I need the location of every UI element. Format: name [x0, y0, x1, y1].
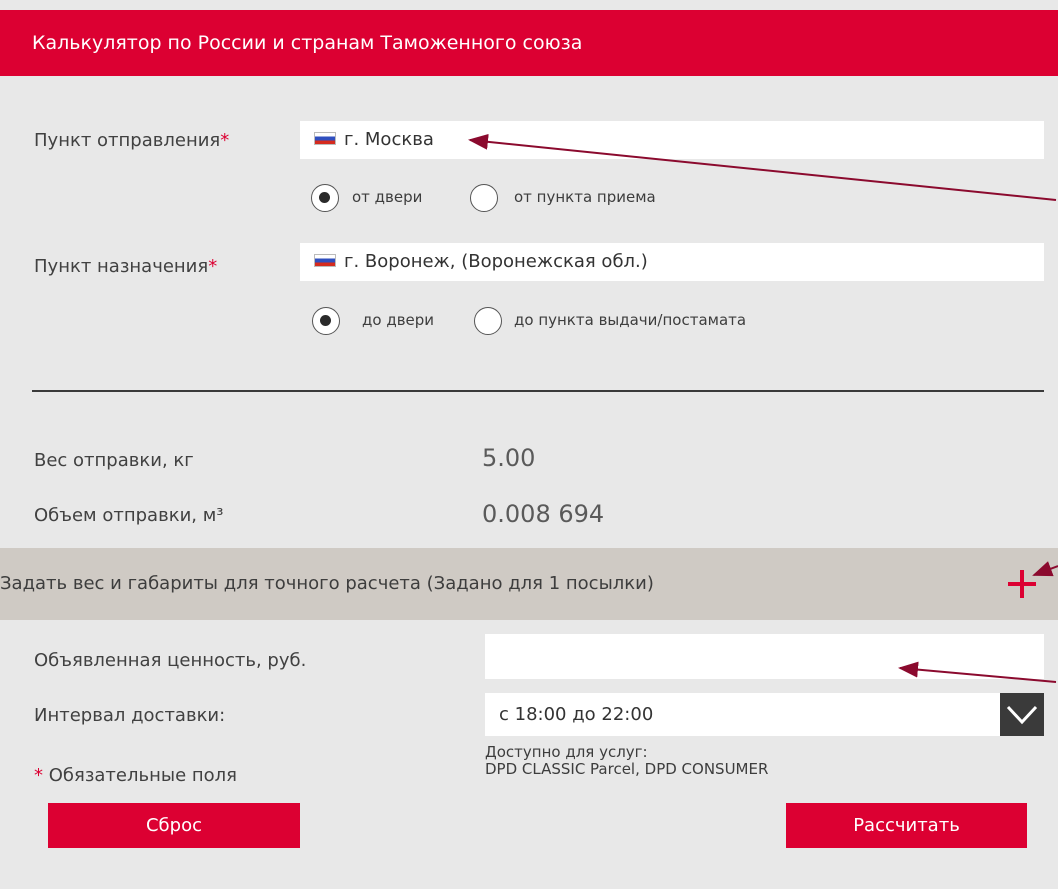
origin-value: г. Москва: [344, 129, 434, 150]
origin-input[interactable]: г. Москва: [300, 121, 1044, 159]
available-services-note: Доступно для услуг: DPD CLASSIC Parcel, …: [485, 744, 768, 778]
destination-label: Пункт назначения*: [34, 256, 218, 277]
chevron-down-icon: [1006, 705, 1038, 725]
delivery-interval-label: Интервал доставки:: [34, 705, 226, 726]
radio-selected-dot: [319, 192, 330, 203]
radio-from-door[interactable]: [311, 184, 339, 212]
dimensions-band-text[interactable]: Задать вес и габариты для точного расчет…: [0, 548, 654, 620]
radio-from-pickup-point[interactable]: [470, 184, 498, 212]
available-services-list: DPD CLASSIC Parcel, DPD CONSUMER: [485, 760, 769, 778]
divider: [32, 390, 1044, 392]
dropdown-toggle[interactable]: [1000, 693, 1044, 736]
volume-label: Объем отправки, м³: [34, 505, 224, 526]
radio-from-pickup-point-label[interactable]: от пункта приема: [514, 188, 656, 206]
delivery-interval-select[interactable]: с 18:00 до 22:00: [485, 693, 1000, 736]
russia-flag-icon: [314, 132, 336, 145]
radio-from-door-label[interactable]: от двери: [352, 188, 422, 206]
required-mark: *: [208, 256, 218, 277]
destination-value: г. Воронеж, (Воронежская обл.): [344, 251, 648, 272]
calculator-header: Калькулятор по России и странам Таможенн…: [0, 10, 1058, 76]
declared-value-label: Объявленная ценность, руб.: [34, 650, 307, 671]
available-services-title: Доступно для услуг:: [485, 743, 648, 761]
reset-button[interactable]: Сброс: [48, 803, 300, 848]
dimensions-band[interactable]: Задать вес и габариты для точного расчет…: [0, 548, 1058, 620]
declared-value-input[interactable]: [485, 634, 1044, 679]
radio-to-pickup-point-label[interactable]: до пункта выдачи/постамата: [514, 311, 746, 329]
destination-input[interactable]: г. Воронеж, (Воронежская обл.): [300, 243, 1044, 281]
radio-selected-dot: [320, 315, 331, 326]
russia-flag-icon: [314, 254, 336, 267]
volume-value: 0.008 694: [482, 500, 605, 528]
radio-to-door-label[interactable]: до двери: [362, 311, 434, 329]
radio-to-pickup-point[interactable]: [474, 307, 502, 335]
required-fields-note: * Обязательные поля: [34, 765, 237, 786]
required-mark: *: [34, 765, 43, 786]
page-title: Калькулятор по России и странам Таможенн…: [32, 32, 583, 54]
weight-label: Вес отправки, кг: [34, 450, 194, 471]
delivery-interval-value: с 18:00 до 22:00: [499, 704, 654, 725]
calculate-button[interactable]: Рассчитать: [786, 803, 1027, 848]
plus-icon[interactable]: [1008, 570, 1036, 598]
radio-to-door[interactable]: [312, 307, 340, 335]
weight-value: 5.00: [482, 444, 536, 472]
origin-label: Пункт отправления*: [34, 130, 230, 151]
required-mark: *: [220, 130, 230, 151]
